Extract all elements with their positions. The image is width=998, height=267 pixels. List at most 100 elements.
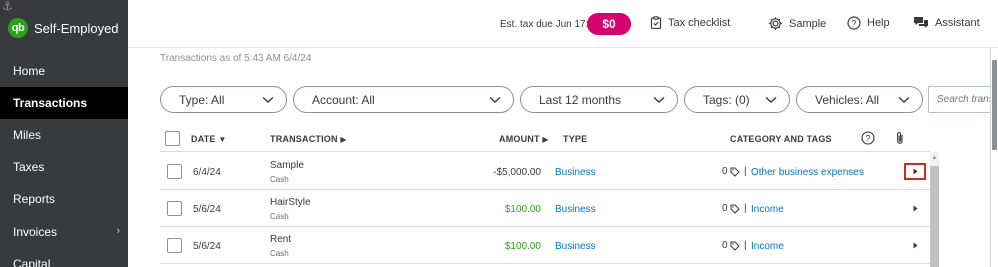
scroll-up-arrow-icon[interactable]: ▲ [930, 153, 939, 163]
separator: | [744, 240, 747, 251]
clipboard-check-icon [650, 16, 662, 29]
sidebar-item-transactions[interactable]: Transactions [0, 87, 128, 119]
row-checkbox[interactable] [167, 201, 182, 216]
chevron-down-icon [765, 96, 777, 103]
chevron-right-icon: › [116, 225, 120, 237]
help-circle-icon: ? [847, 16, 861, 30]
row-account: Cash [270, 175, 289, 184]
brand-name: Self-Employed [34, 20, 119, 36]
row-expand-button[interactable] [904, 200, 926, 217]
table-scrollbar-thumb[interactable] [930, 166, 939, 267]
table-row[interactable]: 6/4/24 Sample Cash -$5,000.00 Business 0… [160, 153, 930, 190]
row-tag-count[interactable]: 0 [722, 240, 740, 251]
sort-down-icon: ▼ [218, 135, 227, 144]
vehicles-filter-dropdown[interactable]: Vehicles: All [796, 86, 923, 113]
account-filter-dropdown[interactable]: Account: All [293, 86, 514, 113]
chevron-down-icon [898, 96, 910, 103]
chat-bubbles-icon [914, 17, 928, 28]
type-column-header: TYPE [563, 134, 588, 144]
est-tax-label: Est. tax due Jun 17: [500, 19, 589, 30]
caret-right-icon: ▶ [340, 135, 347, 144]
row-expand-button[interactable] [904, 237, 926, 254]
row-account: Cash [270, 249, 289, 258]
transaction-column-header[interactable]: TRANSACTION ▶ [270, 134, 347, 144]
svg-text:?: ? [865, 133, 870, 143]
row-type-link[interactable]: Business [555, 241, 596, 252]
sample-label: Sample [789, 17, 827, 30]
table-header: DATE ▼ TRANSACTION ▶ AMOUNT ▶ TYPE CATEG… [160, 127, 930, 152]
sidebar-item-label: Reports [13, 192, 56, 206]
assistant-label: Assistant [935, 16, 980, 29]
tax-checklist-button[interactable]: Tax checklist [650, 16, 730, 29]
header-label: AMOUNT [499, 134, 540, 144]
filter-label: Type: All [179, 92, 225, 107]
tag-count-value: 0 [722, 240, 728, 251]
caret-right-icon: ▶ [542, 135, 549, 144]
row-category-link[interactable]: Income [751, 204, 784, 215]
select-all-checkbox[interactable] [165, 131, 180, 146]
separator: | [744, 203, 747, 214]
row-checkbox[interactable] [167, 238, 182, 253]
table-row[interactable]: 5/6/24 Rent Cash $100.00 Business 0 | In… [160, 227, 930, 264]
chevron-down-icon [262, 96, 274, 103]
row-category-link[interactable]: Income [751, 241, 784, 252]
sidebar-item-invoices[interactable]: Invoices › [0, 216, 128, 248]
tag-count-value: 0 [722, 166, 728, 177]
header-label: DATE [191, 134, 216, 144]
gear-icon [769, 17, 782, 30]
header-label: TRANSACTION [270, 134, 338, 144]
row-tag-count[interactable]: 0 [722, 203, 740, 214]
help-circle-icon[interactable]: ? [861, 131, 875, 145]
row-amount: $100.00 [504, 241, 541, 252]
filter-label: Last 12 months [539, 92, 622, 107]
sidebar-item-miles[interactable]: Miles [0, 119, 128, 151]
sidebar-item-capital[interactable]: Capital [0, 248, 128, 267]
row-date: 5/6/24 [193, 204, 221, 215]
filter-label: Account: All [312, 92, 375, 107]
sidebar-item-home[interactable]: Home [0, 55, 128, 87]
row-transaction-name: Rent [270, 234, 292, 245]
sidebar-item-label: Invoices [13, 225, 58, 239]
tag-icon [730, 167, 740, 177]
category-column-header: CATEGORY AND TAGS [730, 134, 832, 144]
sidebar-item-label: Taxes [13, 160, 45, 174]
row-transaction-name: HairStyle [270, 197, 311, 208]
tag-icon [730, 204, 740, 214]
top-bar: Est. tax due Jun 17: $0 Tax checklist Sa… [128, 0, 998, 48]
sidebar-item-taxes[interactable]: Taxes [0, 151, 128, 183]
search-input[interactable] [928, 86, 998, 113]
help-button[interactable]: ? Help [847, 16, 890, 30]
paperclip-icon [897, 132, 903, 144]
row-amount: $100.00 [504, 204, 541, 215]
est-tax-badge[interactable]: $0 [587, 13, 631, 35]
date-column-header[interactable]: DATE ▼ [191, 134, 226, 144]
filter-label: Tags: (0) [703, 92, 750, 107]
quickbooks-logo: qb [8, 18, 28, 38]
tags-filter-dropdown[interactable]: Tags: (0) [684, 86, 790, 113]
period-filter-dropdown[interactable]: Last 12 months [520, 86, 678, 113]
chevron-down-icon [653, 96, 665, 103]
row-tag-count[interactable]: 0 [722, 166, 740, 177]
tag-count-value: 0 [722, 203, 728, 214]
type-filter-dropdown[interactable]: Type: All [160, 86, 287, 113]
row-account: Cash [270, 212, 289, 221]
row-date: 5/6/24 [193, 241, 221, 252]
sidebar-item-reports[interactable]: Reports [0, 183, 128, 215]
row-type-link[interactable]: Business [555, 167, 596, 178]
caret-right-icon [913, 205, 917, 212]
amount-column-header[interactable]: AMOUNT ▶ [499, 134, 549, 144]
caret-right-icon [913, 168, 917, 175]
row-expand-button[interactable] [904, 163, 926, 180]
row-category-link[interactable]: Other business expenses [751, 167, 864, 178]
table-row[interactable]: 5/6/24 HairStyle Cash $100.00 Business 0… [160, 190, 930, 227]
svg-text:?: ? [851, 18, 856, 28]
caret-right-icon [913, 242, 917, 249]
row-checkbox[interactable] [167, 164, 182, 179]
assistant-button[interactable]: Assistant [913, 16, 980, 29]
row-type-link[interactable]: Business [555, 204, 596, 215]
row-date: 6/4/24 [193, 167, 221, 178]
separator: | [744, 166, 747, 177]
sample-settings-button[interactable]: Sample [768, 16, 826, 31]
brand[interactable]: qb Self-Employed [0, 0, 128, 56]
page-scrollbar-thumb[interactable] [992, 60, 997, 150]
